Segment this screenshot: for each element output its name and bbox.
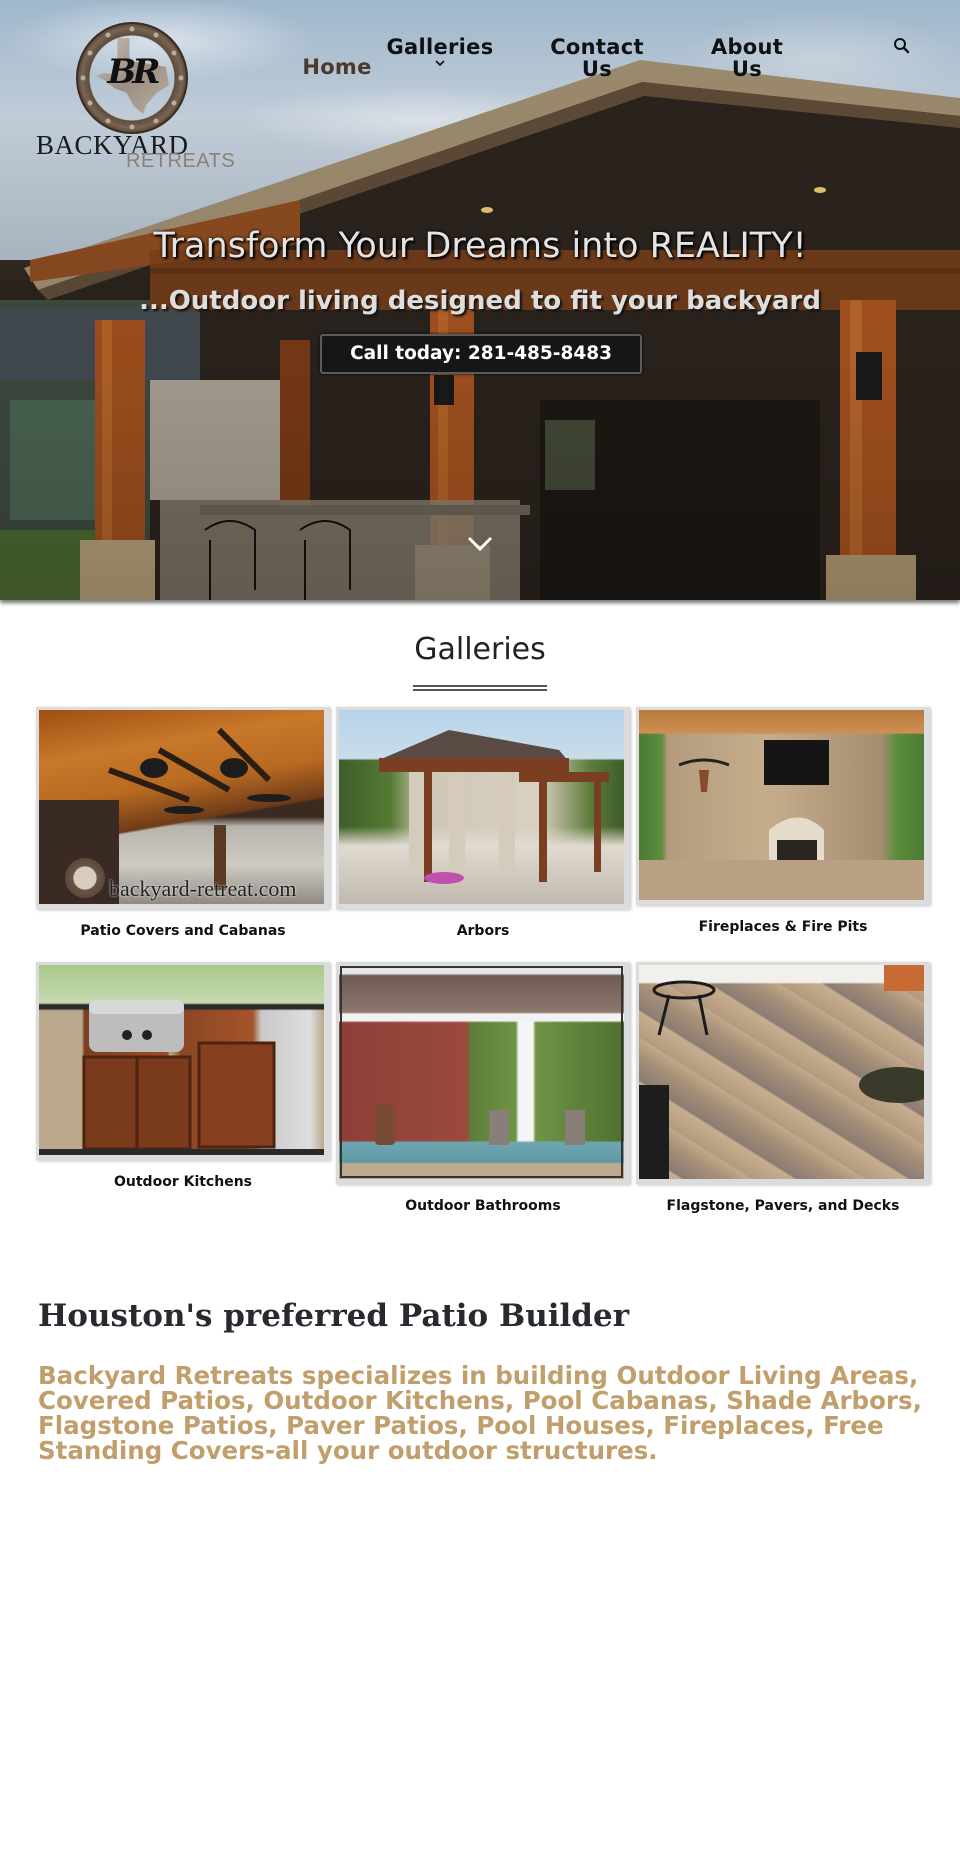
gallery-image-frame bbox=[336, 707, 630, 909]
gallery-image-patio-covers: backyard-retreat.com bbox=[39, 710, 324, 904]
gallery-card-patio-covers[interactable]: backyard-retreat.com Patio Covers and Ca… bbox=[36, 707, 330, 939]
gallery-card-flagstone[interactable]: Flagstone, Pavers, and Decks bbox=[636, 962, 930, 1214]
about-description: Backyard Retreats specializes in buildin… bbox=[38, 1361, 922, 1465]
nav-item-label: Contact Us bbox=[550, 35, 644, 81]
chevron-down-icon[interactable] bbox=[466, 534, 494, 554]
nav-item-label: About Us bbox=[710, 35, 784, 81]
gallery-card-label: Fireplaces & Fire Pits bbox=[698, 919, 868, 935]
gallery-card-label: Patio Covers and Cabanas bbox=[80, 923, 286, 939]
nav-item-label: Home bbox=[302, 55, 372, 79]
gallery-card-fireplaces[interactable]: Fireplaces & Fire Pits bbox=[636, 707, 930, 935]
gallery-card-label: Outdoor Bathrooms bbox=[405, 1198, 561, 1214]
logo-monogram: BR bbox=[107, 52, 161, 92]
gallery-card-label: Outdoor Kitchens bbox=[114, 1174, 252, 1190]
watermark-logo-icon bbox=[65, 858, 105, 898]
gallery-image-frame bbox=[636, 962, 930, 1184]
hero-subtitle: ...Outdoor living designed to fit your b… bbox=[139, 286, 821, 316]
gallery-card-arbors[interactable]: Arbors bbox=[336, 707, 630, 939]
gallery-image-frame bbox=[336, 962, 630, 1184]
main-nav: Home Galleries Contact Us About Us bbox=[270, 34, 950, 94]
gallery-image-frame bbox=[636, 707, 930, 905]
gallery-image-fireplaces bbox=[639, 710, 924, 900]
chevron-down-icon bbox=[435, 60, 445, 67]
nav-item-contact-us[interactable]: Contact Us bbox=[542, 36, 652, 80]
image-watermark: backyard-retreat.com bbox=[109, 876, 297, 901]
heading-divider bbox=[413, 685, 547, 691]
brand-logo[interactable]: BR BACKYARD RETREATS bbox=[36, 20, 236, 175]
gallery-image-outdoor-kitchens bbox=[39, 965, 324, 1155]
hero-title: Transform Your Dreams into REALITY! bbox=[153, 226, 807, 266]
nav-item-galleries[interactable]: Galleries bbox=[370, 36, 510, 68]
gallery-image-flagstone bbox=[639, 965, 924, 1179]
gallery-image-frame bbox=[36, 962, 330, 1160]
arbor-illustration bbox=[379, 730, 609, 884]
nav-item-label: Galleries bbox=[386, 35, 494, 59]
gallery-card-outdoor-kitchens[interactable]: Outdoor Kitchens bbox=[36, 962, 330, 1190]
hero-banner: BR BACKYARD RETREATS Home Galleries Cont… bbox=[0, 0, 960, 600]
logo-badge-icon: BR bbox=[76, 22, 188, 134]
about-heading: Houston's preferred Patio Builder bbox=[38, 1298, 630, 1334]
galleries-heading: Galleries bbox=[414, 632, 546, 667]
kitchen-illustration bbox=[39, 1000, 324, 1155]
gallery-card-outdoor-bathrooms[interactable]: Outdoor Bathrooms bbox=[336, 962, 630, 1214]
gallery-image-frame: backyard-retreat.com bbox=[36, 707, 330, 909]
call-today-button[interactable]: Call today: 281-485-8483 bbox=[320, 334, 642, 374]
nav-item-about-us[interactable]: About Us bbox=[700, 36, 794, 80]
gallery-image-outdoor-bathrooms bbox=[339, 965, 624, 1179]
flagstone-illustration bbox=[639, 965, 924, 1179]
bathroom-illustration bbox=[340, 966, 623, 1178]
logo-text-retreats: RETREATS bbox=[126, 150, 236, 172]
gallery-card-label: Flagstone, Pavers, and Decks bbox=[666, 1198, 900, 1214]
fireplace-illustration bbox=[639, 740, 924, 900]
search-icon[interactable] bbox=[892, 36, 912, 56]
gallery-image-arbors bbox=[339, 710, 624, 904]
gallery-card-label: Arbors bbox=[456, 923, 510, 939]
